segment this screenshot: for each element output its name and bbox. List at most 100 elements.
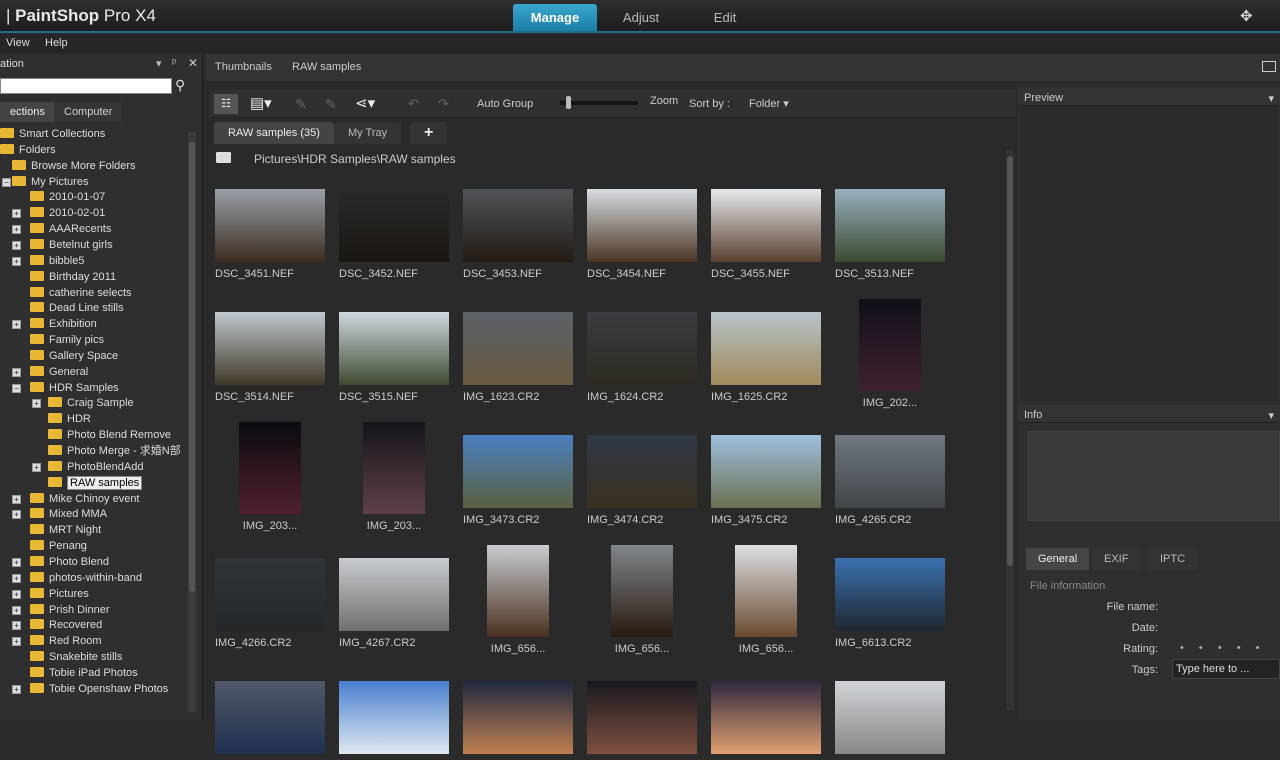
tree-item[interactable]: + AAARecents	[12, 222, 111, 237]
tree-view-icon[interactable]: ☷	[214, 94, 238, 114]
tab-general[interactable]: General	[1026, 548, 1090, 570]
tree-item[interactable]: 2010-01-07	[30, 190, 105, 205]
thumbnail[interactable]: IMG_3473.CR2	[463, 435, 573, 526]
tree-item[interactable]: Photo Merge - 求婚N部	[48, 444, 181, 459]
expand-icon[interactable]: +	[12, 605, 21, 615]
tab-computer[interactable]: Computer	[54, 102, 123, 122]
tray-tab-raw-samples[interactable]: RAW samples (35)	[214, 122, 334, 144]
expand-icon[interactable]: +	[12, 240, 21, 250]
tree-item[interactable]: + photos-within-band	[12, 571, 142, 586]
undo-icon[interactable]: ↶	[408, 94, 419, 114]
menu-view[interactable]: View	[6, 37, 30, 49]
tree-item[interactable]: + Photo Blend	[12, 555, 109, 570]
thumbnail[interactable]: DSC_3451.NEF	[215, 189, 325, 280]
expand-icon[interactable]: +	[12, 494, 21, 504]
details-view-icon[interactable]: ▤▾	[250, 94, 272, 114]
tree-item[interactable]: + Tobie Openshaw Photos	[12, 682, 168, 697]
tab-exif[interactable]: EXIF	[1092, 548, 1141, 570]
tree-item[interactable]: Family pics	[30, 333, 104, 348]
rotate-right-icon[interactable]: ✎	[325, 94, 337, 114]
tree-item[interactable]: RAW samples	[48, 475, 143, 491]
tree-item[interactable]: + Red Room	[12, 634, 102, 649]
thumbnail[interactable]: IMG_203...	[215, 422, 325, 532]
workspace-icon[interactable]: ✥	[1240, 7, 1253, 25]
thumbnail[interactable]: IMG_4265.CR2	[835, 435, 945, 526]
thumbnail[interactable]: IMG_4267.CR2	[339, 558, 449, 649]
thumbnail[interactable]: DSC_3453.NEF	[463, 189, 573, 280]
thumbnail[interactable]: IMG_3474.CR2	[587, 435, 697, 526]
thumbnail[interactable]	[339, 681, 449, 760]
expand-icon[interactable]: +	[12, 367, 21, 377]
search-icon[interactable]: ⚲	[175, 77, 185, 94]
tab-iptc[interactable]: IPTC	[1148, 548, 1198, 570]
thumbnail[interactable]: DSC_3513.NEF	[835, 189, 945, 280]
tree-item[interactable]: + Pictures	[12, 587, 89, 602]
thumbnail[interactable]: DSC_3514.NEF	[215, 312, 325, 403]
thumbnail[interactable]: IMG_1625.CR2	[711, 312, 821, 403]
tree-item[interactable]: + Prish Dinner	[12, 603, 110, 618]
tree-item[interactable]: − HDR Samples	[12, 381, 119, 396]
tree-item[interactable]: Gallery Space	[30, 349, 118, 364]
thumbnail[interactable]	[587, 681, 697, 760]
thumbnail[interactable]	[711, 681, 821, 760]
thumbnail[interactable]: IMG_203...	[339, 422, 449, 532]
tree-item[interactable]: Tobie iPad Photos	[30, 666, 138, 681]
thumbnail[interactable]	[463, 681, 573, 760]
tree-item[interactable]: catherine selects	[30, 286, 132, 301]
tree-item[interactable]: + Recovered	[12, 618, 102, 633]
tab-edit[interactable]: Edit	[683, 4, 767, 31]
auto-group-button[interactable]: Auto Group	[477, 94, 533, 114]
sort-select[interactable]: Folder ▾	[749, 94, 789, 114]
expand-icon[interactable]: +	[32, 462, 41, 472]
expand-icon[interactable]: +	[12, 225, 21, 235]
tree-item[interactable]: + Exhibition	[12, 317, 97, 332]
panel-menu-icon[interactable]: ▾	[156, 57, 162, 70]
tree-item[interactable]: − My Pictures	[2, 175, 88, 190]
thumbnail[interactable]: IMG_4266.CR2	[215, 558, 325, 649]
expand-icon[interactable]: +	[12, 256, 21, 266]
tree-item[interactable]: +2010-02-01	[12, 206, 105, 221]
expand-icon[interactable]: +	[12, 637, 21, 647]
tree-item[interactable]: Photo Blend Remove	[48, 428, 171, 443]
search-input[interactable]	[0, 78, 172, 94]
tree-item[interactable]: Folders	[0, 143, 56, 158]
share-icon[interactable]: ⋖▾	[355, 94, 375, 114]
thumbnail[interactable]: DSC_3455.NEF	[711, 189, 821, 280]
tree-item[interactable]: + bibble5	[12, 254, 84, 269]
tray-tab-my-tray[interactable]: My Tray	[334, 122, 402, 144]
tab-manage[interactable]: Manage	[513, 4, 597, 31]
thumbnail[interactable]: IMG_202...	[835, 299, 945, 409]
thumbnail[interactable]: DSC_3452.NEF	[339, 189, 449, 280]
expand-icon[interactable]: +	[12, 510, 21, 520]
tree-item[interactable]: + Craig Sample	[32, 396, 134, 411]
expand-icon[interactable]: +	[12, 209, 21, 219]
tree-item[interactable]: Birthday 2011	[30, 270, 116, 285]
zoom-slider[interactable]	[560, 96, 638, 109]
thumbnail[interactable]: IMG_656...	[711, 545, 821, 655]
rotate-left-icon[interactable]: ✎	[295, 94, 307, 114]
crumb-thumbnails[interactable]: Thumbnails	[215, 61, 272, 73]
thumbnail[interactable]: IMG_656...	[587, 545, 697, 655]
collapse-icon[interactable]: −	[2, 177, 11, 187]
thumbnail[interactable]: IMG_1623.CR2	[463, 312, 573, 403]
tree-item[interactable]: Snakebite stills	[30, 650, 122, 665]
panel-layout-icon[interactable]	[1262, 61, 1276, 72]
expand-icon[interactable]: +	[12, 589, 21, 599]
thumbnail-scrollbar[interactable]	[1006, 150, 1014, 710]
thumbnail[interactable]: IMG_656...	[463, 545, 573, 655]
tags-input[interactable]: Type here to ...	[1172, 659, 1280, 679]
tab-collections[interactable]: ections	[0, 102, 55, 122]
expand-icon[interactable]: +	[12, 684, 21, 694]
expand-icon[interactable]: +	[12, 621, 21, 631]
thumbnail[interactable]	[215, 681, 325, 760]
expand-icon[interactable]: +	[12, 557, 21, 567]
thumbnail[interactable]: IMG_3475.CR2	[711, 435, 821, 526]
thumbnail[interactable]: DSC_3515.NEF	[339, 312, 449, 403]
thumbnail[interactable]	[835, 681, 945, 760]
tree-item[interactable]: + Mixed MMA	[12, 507, 107, 522]
pin-icon[interactable]: ᵖ	[172, 57, 176, 69]
tab-adjust[interactable]: Adjust	[599, 4, 683, 31]
tree-item[interactable]: + Mike Chinoy event	[12, 492, 140, 507]
expand-icon[interactable]: +	[12, 573, 21, 583]
rating-stars[interactable]: • • • • •	[1180, 642, 1265, 654]
